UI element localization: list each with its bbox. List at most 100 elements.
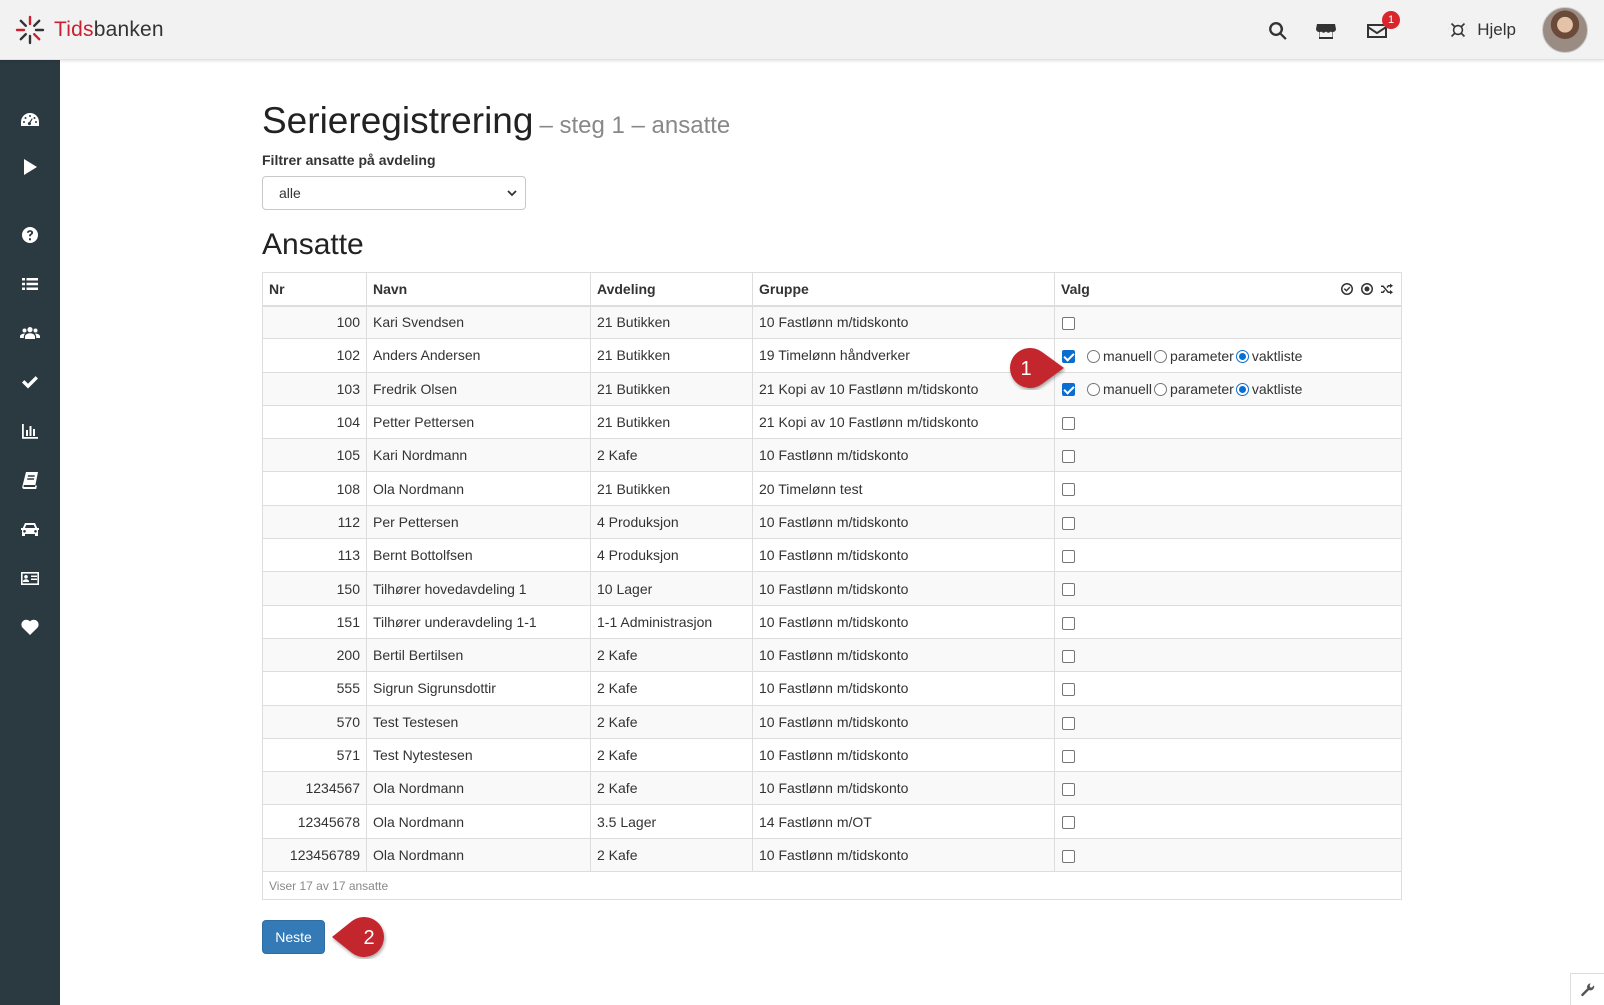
shuffle-icon[interactable] [1381,283,1393,295]
radio-parameter[interactable] [1154,382,1168,396]
cell-avdeling: 10 Lager [590,571,753,606]
cell-navn: Anders Andersen [366,338,591,373]
cell-navn: Bernt Bottolfsen [366,538,591,573]
cell-navn: Ola Nordmann [366,771,591,806]
select-employee-checkbox[interactable] [1062,450,1075,464]
column-header-avdeling[interactable]: Avdeling [590,272,753,307]
table-row: 570 Test Testesen 2 Kafe 10 Fastlønn m/tids… [262,704,1402,739]
radio-manuell[interactable] [1087,382,1100,396]
car-icon[interactable] [20,519,40,539]
select-none-icon[interactable] [1361,283,1373,295]
table-row: 113 Bernt Bottolfsen 4 Produksjon 10 Fastlø… [262,538,1402,573]
registration-type-options: manuell parameter vaktliste [1085,380,1302,397]
bar-chart-icon[interactable] [20,421,40,441]
select-employee-checkbox[interactable] [1062,649,1075,663]
users-icon[interactable] [20,323,40,343]
radio-label-manuell[interactable]: manuell [1103,348,1152,364]
radio-label-vaktliste[interactable]: vaktliste [1252,348,1303,364]
cell-nr: 100 [262,304,367,340]
tools-corner-button[interactable] [1570,973,1604,1005]
play-icon[interactable] [20,157,40,177]
table-row: 555 Sigrun Sigrunsdottir 2 Kafe 10 Fastlønn… [262,671,1402,706]
dashboard-icon[interactable] [20,110,40,130]
table-row: 105 Kari Nordmann 2 Kafe 10 Fastlønn m/tids… [262,438,1402,473]
department-filter-select[interactable]: alle [262,176,526,210]
select-employee-checkbox[interactable] [1062,317,1075,331]
list-icon[interactable] [20,274,40,294]
radio-label-parameter[interactable]: parameter [1170,381,1234,397]
radio-vaktliste[interactable] [1235,382,1249,396]
cell-avdeling: 21 Butikken [590,404,753,440]
cell-avdeling: 21 Butikken [590,338,753,373]
store-icon[interactable] [1314,19,1338,43]
cell-valg [1054,837,1402,873]
wrench-icon [1581,983,1595,997]
cell-avdeling: 2 Kafe [590,704,753,739]
check-icon[interactable] [20,372,40,392]
next-button[interactable]: Neste [262,920,325,954]
select-employee-checkbox[interactable] [1062,616,1075,630]
table-row: 12345678 Ola Nordmann 3.5 Lager 14 Fastlønn… [262,804,1402,839]
column-header-navn[interactable]: Navn [366,272,591,307]
cell-navn: Petter Pettersen [366,404,591,440]
select-employee-checkbox[interactable] [1062,583,1075,597]
sidebar [0,60,60,1005]
top-navbar: Tidsbanken 1 Hjelp [0,0,1604,60]
cell-valg [1054,771,1402,806]
cell-nr: 150 [262,571,367,606]
book-icon[interactable] [20,470,40,490]
select-employee-checkbox[interactable] [1062,550,1075,564]
cell-gruppe: 20 Timelønn test [752,471,1055,506]
select-all-icon[interactable] [1341,283,1353,295]
cell-valg [1054,504,1402,540]
mail-count-badge: 1 [1382,11,1400,29]
select-employee-checkbox[interactable] [1062,849,1075,863]
column-header-gruppe[interactable]: Gruppe [752,272,1055,307]
select-employee-checkbox[interactable] [1062,516,1075,530]
user-avatar[interactable] [1542,7,1588,53]
radio-label-vaktliste[interactable]: vaktliste [1252,381,1303,397]
radio-label-manuell[interactable]: manuell [1103,381,1152,397]
cell-avdeling: 2 Kafe [590,737,753,773]
select-employee-checkbox[interactable] [1062,783,1075,797]
tidsbanken-logo-icon [15,15,45,45]
select-employee-checkbox[interactable] [1062,749,1075,763]
table-row: 100 Kari Svendsen 21 Butikken 10 Fastlønn m… [262,304,1402,340]
cell-valg [1054,671,1402,706]
cell-avdeling: 4 Produksjon [590,538,753,573]
cell-valg: manuell parameter vaktliste [1054,371,1402,406]
select-employee-checkbox[interactable] [1062,816,1075,830]
select-employee-checkbox[interactable] [1062,683,1075,697]
select-employee-checkbox[interactable] [1062,716,1075,730]
help-label: Hjelp [1477,20,1516,39]
cell-nr: 151 [262,604,367,639]
cell-nr: 12345678 [262,804,367,839]
table-row: 112 Per Pettersen 4 Produksjon 10 Fastlønn … [262,504,1402,540]
radio-label-parameter[interactable]: parameter [1170,348,1234,364]
radio-parameter[interactable] [1154,349,1168,363]
cell-avdeling: 4 Produksjon [590,504,753,540]
select-employee-checkbox[interactable] [1062,483,1075,497]
column-header-nr[interactable]: Nr [262,272,367,307]
id-card-icon[interactable] [20,568,40,588]
brand-logo[interactable]: Tidsbanken [14,14,164,46]
heart-icon[interactable] [20,617,40,637]
cell-nr: 123456789 [262,837,367,873]
marker-2-label: 2 [363,927,374,949]
search-icon[interactable] [1266,19,1290,43]
chevron-down-icon [507,190,517,197]
table-footer-row: Viser 17 av 17 ansatte [262,871,1402,901]
cell-navn: Sigrun Sigrunsdottir [366,671,591,706]
cell-navn: Per Pettersen [366,504,591,540]
table-row: 200 Bertil Bertilsen 2 Kafe 10 Fastlønn m/t… [262,637,1402,673]
cell-navn: Ola Nordmann [366,804,591,839]
select-employee-checkbox[interactable] [1062,416,1075,430]
cell-avdeling: 2 Kafe [590,671,753,706]
cell-valg [1054,404,1402,440]
radio-manuell[interactable] [1087,349,1100,363]
radio-vaktliste[interactable] [1235,349,1249,363]
question-icon[interactable] [20,225,40,245]
envelope-icon[interactable]: 1 [1365,11,1400,43]
help-link[interactable]: Hjelp [1447,18,1516,42]
cell-gruppe: 21 Kopi av 10 Fastlønn m/tidskonto [752,404,1055,440]
